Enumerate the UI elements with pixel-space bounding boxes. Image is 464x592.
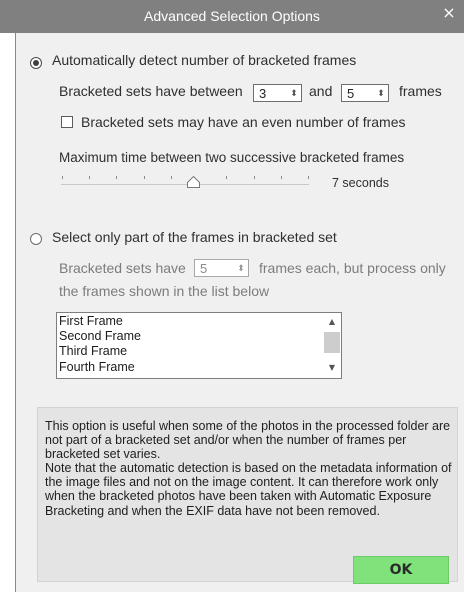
spin-updown-icon[interactable]: ⬍ bbox=[374, 85, 388, 101]
even-frames-label[interactable]: Bracketed sets may have an even number o… bbox=[81, 114, 406, 130]
max-time-value: 7 seconds bbox=[332, 176, 389, 190]
slider-thumb-icon[interactable] bbox=[187, 176, 200, 188]
dialog-body: Automatically detect number of bracketed… bbox=[15, 33, 464, 592]
spin-updown-icon[interactable]: ⬍ bbox=[287, 85, 301, 101]
max-frames-value[interactable]: 5 bbox=[347, 86, 354, 101]
and-text: and bbox=[309, 83, 333, 99]
slider-track bbox=[61, 184, 309, 185]
partial-select-label[interactable]: Select only part of the frames in bracke… bbox=[52, 229, 337, 245]
slider-tick bbox=[254, 176, 255, 179]
partial-line1-prefix: Bracketed sets have bbox=[59, 260, 186, 276]
bracket-range-prefix: Bracketed sets have between bbox=[59, 83, 243, 99]
title-bar: Advanced Selection Options × bbox=[0, 0, 464, 33]
partial-select-radio[interactable] bbox=[30, 233, 42, 245]
slider-tick bbox=[62, 176, 63, 179]
ok-button[interactable]: OK bbox=[353, 556, 449, 584]
slider-tick bbox=[144, 176, 145, 179]
slider-tick bbox=[308, 176, 309, 179]
max-time-slider[interactable] bbox=[61, 174, 311, 188]
chevron-up-icon[interactable]: ▲ bbox=[323, 315, 341, 329]
auto-detect-radio[interactable] bbox=[30, 57, 42, 69]
partial-line1-suffix: frames each, but process only bbox=[259, 260, 446, 276]
slider-tick bbox=[226, 176, 227, 179]
min-frames-stepper[interactable]: 3 ⬍ bbox=[253, 84, 302, 102]
chevron-down-icon[interactable]: ▼ bbox=[323, 361, 341, 375]
slider-tick bbox=[281, 176, 282, 179]
partial-line2: the frames shown in the list below bbox=[59, 283, 270, 299]
list-item[interactable]: Third Frame bbox=[59, 344, 127, 358]
auto-detect-label[interactable]: Automatically detect number of bracketed… bbox=[52, 52, 356, 68]
frames-each-stepper[interactable]: 5 ⬍ bbox=[194, 259, 249, 277]
list-item[interactable]: First Frame bbox=[59, 314, 123, 328]
spin-updown-icon[interactable]: ⬍ bbox=[234, 260, 248, 276]
window-title: Advanced Selection Options bbox=[144, 8, 320, 24]
frames-listbox[interactable]: First Frame Second Frame Third Frame Fou… bbox=[56, 312, 342, 379]
min-frames-value[interactable]: 3 bbox=[259, 86, 266, 101]
slider-tick bbox=[89, 176, 90, 179]
listbox-scrollbar[interactable]: ▲ ▼ bbox=[323, 313, 341, 378]
scrollbar-thumb[interactable] bbox=[324, 332, 340, 353]
frames-text: frames bbox=[399, 83, 442, 99]
slider-tick bbox=[116, 176, 117, 179]
slider-tick bbox=[171, 176, 172, 179]
even-frames-checkbox[interactable] bbox=[61, 116, 73, 128]
max-time-label: Maximum time between two successive brac… bbox=[59, 150, 405, 165]
max-frames-stepper[interactable]: 5 ⬍ bbox=[341, 84, 389, 102]
frames-each-value[interactable]: 5 bbox=[200, 261, 207, 276]
info-paragraph-2: Note that the automatic detection is bas… bbox=[45, 461, 452, 518]
close-icon[interactable]: × bbox=[442, 5, 456, 21]
list-item[interactable]: Second Frame bbox=[59, 329, 141, 343]
info-paragraph-1: This option is useful when some of the p… bbox=[45, 419, 451, 462]
list-item[interactable]: Fourth Frame bbox=[59, 360, 135, 374]
